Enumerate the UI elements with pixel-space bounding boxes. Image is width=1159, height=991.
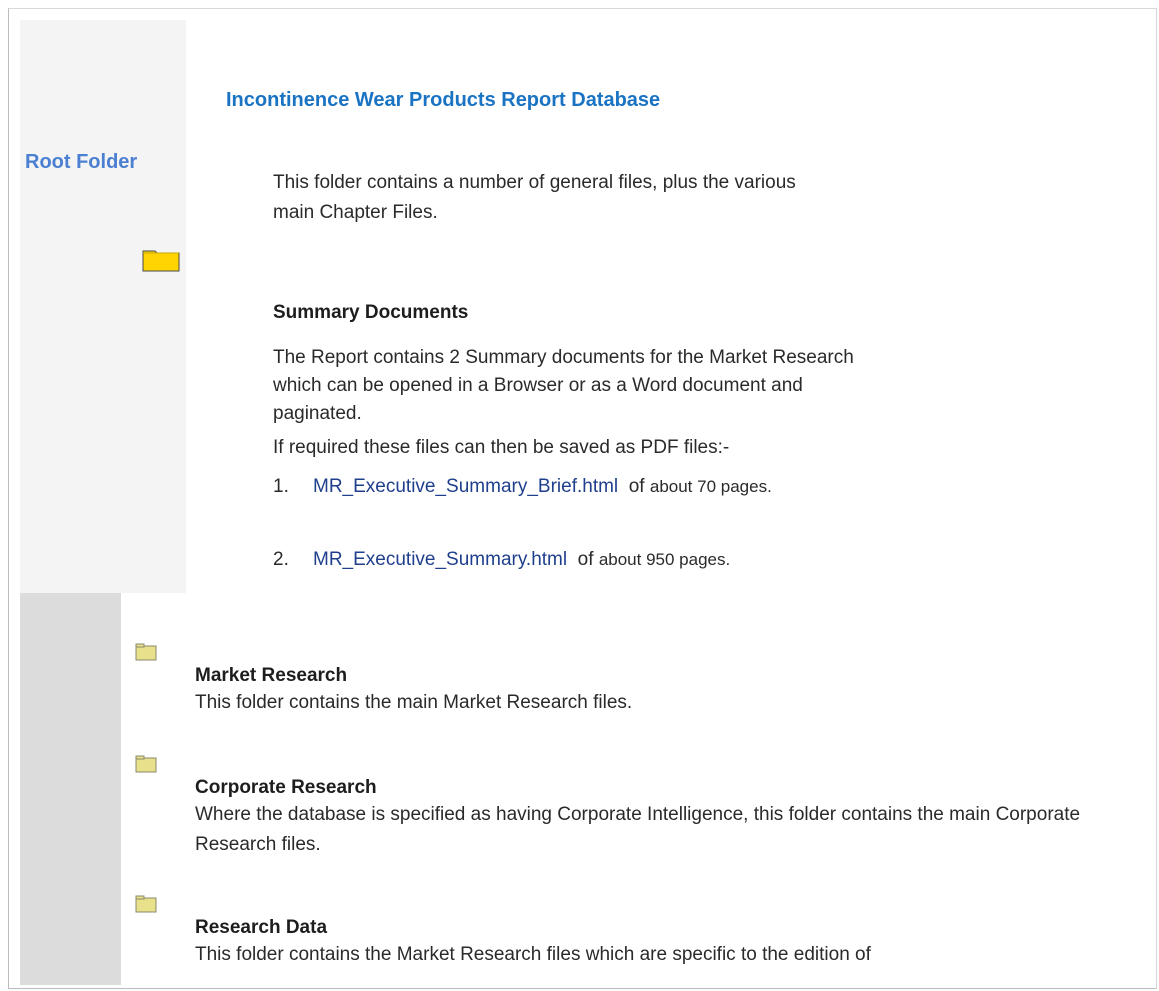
left-column — [20, 20, 186, 593]
intro-line-2: main Chapter Files. — [273, 202, 438, 223]
summary-heading: Summary Documents — [273, 302, 469, 323]
research-data-description: This folder contains the Market Research… — [195, 944, 871, 965]
folder-icon — [135, 643, 157, 661]
intro-text: This folder contains a number of general… — [273, 168, 853, 228]
list-number: 1. — [273, 476, 289, 497]
executive-summary-link[interactable]: MR_Executive_Summary.html — [313, 549, 567, 570]
of-text: of — [577, 549, 594, 570]
pdf-note: If required these files can then be save… — [273, 437, 730, 458]
list-number: 2. — [273, 549, 289, 570]
folder-icon — [142, 250, 180, 272]
page-count: about 950 pages. — [598, 550, 731, 569]
folder-icon — [135, 895, 157, 913]
corporate-research-title: Corporate Research — [195, 777, 377, 798]
database-title: Incontinence Wear Products Report Databa… — [226, 89, 661, 111]
intro-line-1: This folder contains a number of general… — [273, 172, 796, 193]
folder-icon — [135, 755, 157, 773]
page-count: about 70 pages. — [649, 477, 772, 496]
corporate-research-description: Where the database is specified as havin… — [195, 804, 1081, 855]
executive-summary-brief-link[interactable]: MR_Executive_Summary_Brief.html — [313, 476, 618, 497]
research-data-title: Research Data — [195, 917, 328, 938]
left-strip — [20, 593, 121, 985]
root-folder-title: Root Folder — [25, 151, 138, 173]
market-research-title: Market Research — [195, 665, 348, 686]
summary-description: The Report contains 2 Summary documents … — [273, 347, 854, 424]
market-research-description: This folder contains the main Market Res… — [195, 692, 633, 713]
list-item: 2. MR_Executive_Summary.html of about 950… — [273, 549, 730, 571]
list-item: 1. MR_Executive_Summary_Brief.html of abo… — [273, 476, 772, 498]
of-text: of — [628, 476, 645, 497]
